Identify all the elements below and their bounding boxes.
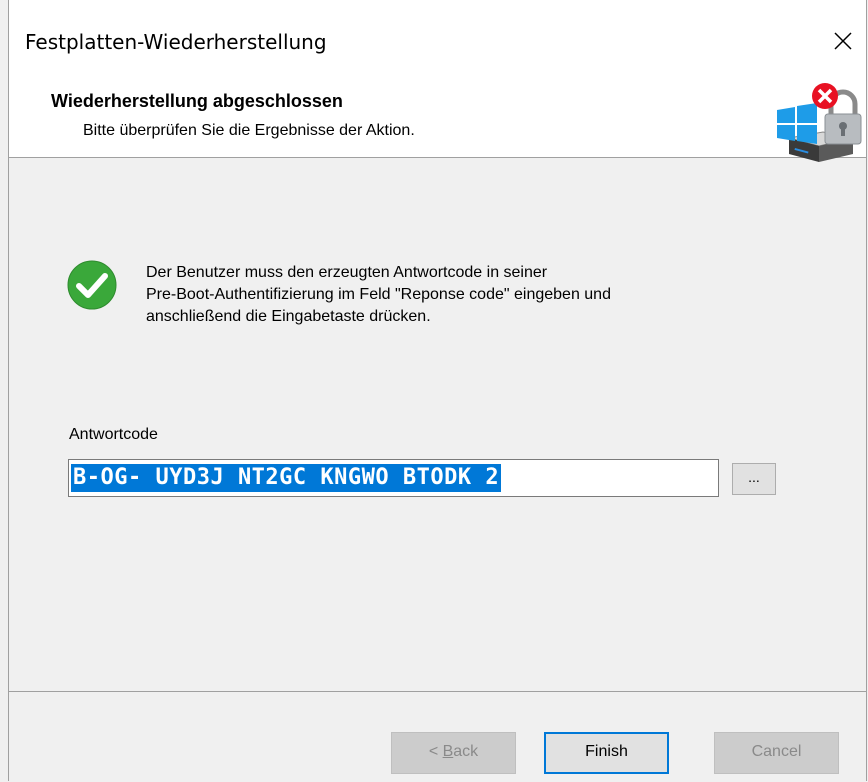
finish-button[interactable]: Finish [544, 732, 669, 774]
response-code-label: Antwortcode [69, 426, 158, 443]
cancel-button[interactable]: Cancel [714, 732, 839, 774]
header-title: Wiederherstellung abgeschlossen [51, 91, 343, 111]
response-code-value: B-OG- UYD3J NT2GC KNGWO BTODK 2 [71, 464, 502, 492]
wizard-footer: < Back Finish Cancel [9, 691, 866, 782]
title-bar: Festplatten-Wiederherstellung [9, 0, 866, 76]
back-button-prefix: < [428, 743, 443, 760]
header-subtitle: Bitte überprüfen Sie die Ergebnisse der … [83, 122, 415, 139]
success-check-icon [67, 260, 117, 310]
response-code-field[interactable]: B-OG- UYD3J NT2GC KNGWO BTODK 2 [68, 459, 719, 497]
dialog-window: Festplatten-Wiederherstellung Wiederhers… [8, 0, 867, 782]
close-icon [834, 32, 852, 50]
close-button[interactable] [820, 18, 866, 64]
message-line: Der Benutzer muss den erzeugten Antwortc… [146, 264, 548, 281]
message-line: anschließend die Eingabetaste drücken. [146, 308, 431, 325]
wizard-header: Wiederherstellung abgeschlossen Bitte üb… [9, 76, 866, 162]
message-line: Pre-Boot-Authentifizierung im Feld "Repo… [146, 286, 611, 303]
window-title: Festplatten-Wiederherstellung [25, 30, 327, 54]
back-button-mnemonic: B [442, 743, 454, 760]
browse-button[interactable]: ... [732, 463, 776, 495]
back-button-label: ack [453, 743, 479, 760]
back-button[interactable]: < Back [391, 732, 516, 774]
wizard-content: Der Benutzer muss den erzeugten Antwortc… [9, 158, 866, 691]
result-message: Der Benutzer muss den erzeugten Antwortc… [146, 262, 786, 328]
